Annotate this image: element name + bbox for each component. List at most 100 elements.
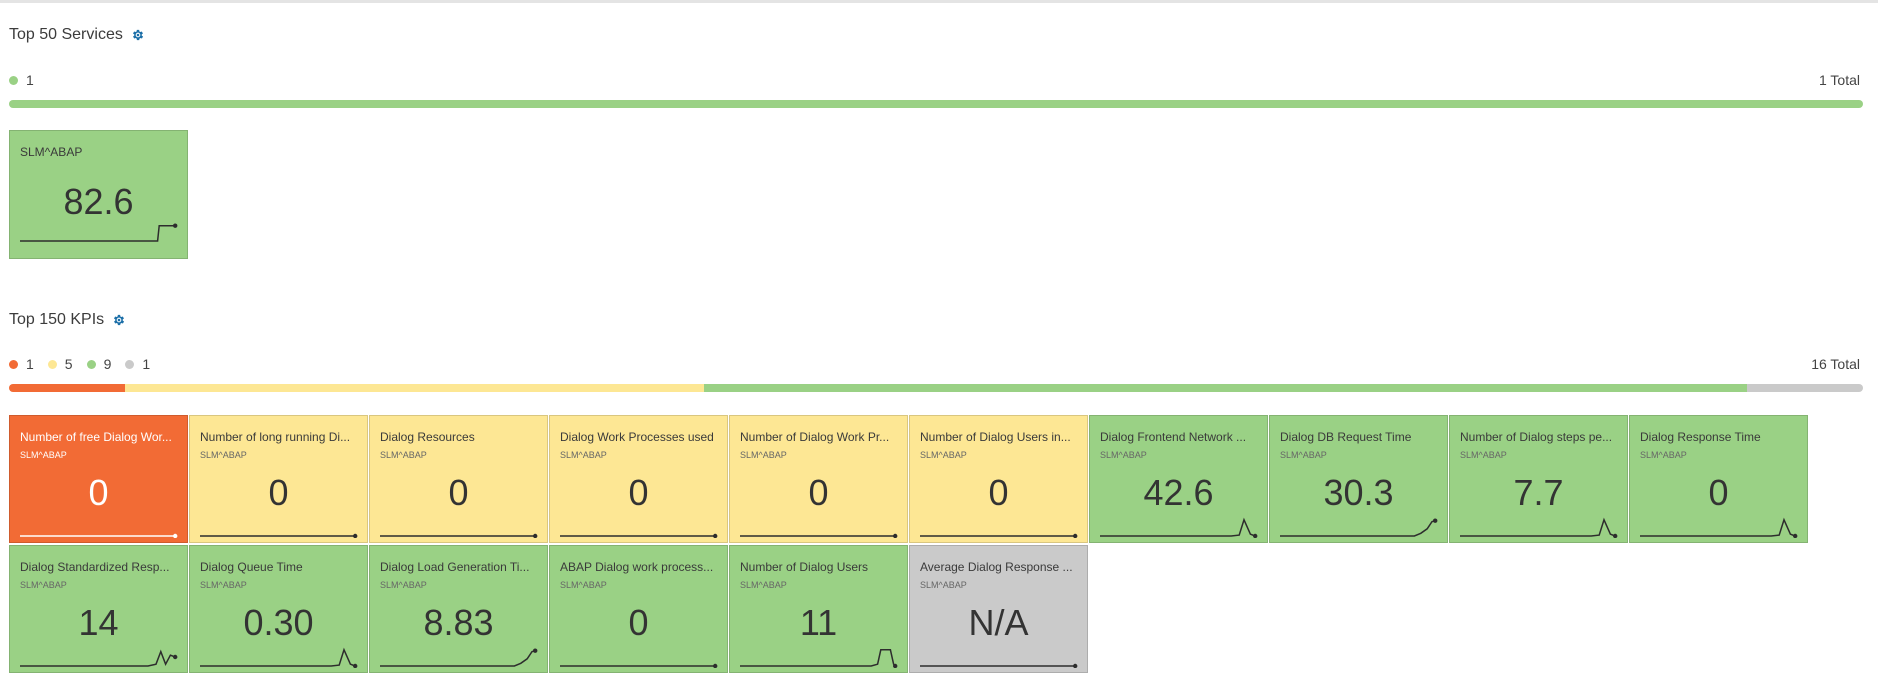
tile-title: Number of free Dialog Wor... [20,430,172,444]
legend-count: 5 [64,356,73,372]
tile-subtitle: SLM^ABAP [380,580,427,590]
sparkline-chart [20,649,178,667]
tile-title: Dialog Resources [380,430,475,444]
tile-subtitle: SLM^ABAP [920,450,967,460]
kpis-tile[interactable]: Dialog Work Processes used SLM^ABAP 0 [549,415,728,543]
kpis-legend: 1591 [9,356,164,372]
kpis-tile[interactable]: Number of free Dialog Wor... SLM^ABAP 0 [9,415,188,543]
tile-subtitle: SLM^ABAP [920,580,967,590]
kpis-tile[interactable]: Dialog Response Time SLM^ABAP 0 [1629,415,1808,543]
tile-subtitle: SLM^ABAP [740,580,787,590]
tile-value: 0 [628,602,649,643]
sparkline-endpoint [1793,533,1798,538]
tile-title: Number of Dialog Users in... [920,430,1071,444]
sparkline-endpoint [353,663,358,668]
tile-value: 0 [628,472,649,513]
tile-title: ABAP Dialog work process... [560,560,714,574]
tile-value: 8.83 [423,602,494,643]
bar-segment-unknown [1747,384,1863,392]
tile-subtitle: SLM^ABAP [20,450,67,460]
sparkline-chart [1280,518,1438,537]
status-dot-icon [125,359,135,369]
legend-item-critical[interactable]: 1 [9,356,34,372]
sparkline-endpoint [1433,518,1438,523]
sparkline-endpoint [1613,533,1618,538]
sparkline-endpoint [533,648,538,653]
tile-value: 0 [1708,472,1729,513]
sparkline-path [20,224,176,242]
legend-count: 9 [103,356,112,372]
kpis-title-text: Top 150 KPIs [9,311,105,328]
tile-subtitle: SLM^ABAP [200,450,247,460]
sparkline-endpoint [713,533,718,538]
sparkline-endpoint [533,533,538,538]
sparkline-chart [740,649,898,668]
tile-title: Dialog Queue Time [200,560,303,574]
tile-title: Number of Dialog Work Pr... [740,430,890,444]
sparkline-chart [920,533,1078,538]
sparkline-chart [380,533,538,538]
sparkline-path [200,647,356,667]
services-status-bar [9,100,1863,108]
sparkline-path [740,649,896,667]
tile-title: Number of Dialog Users [740,560,869,574]
sparkline-chart [560,663,718,668]
services-title-text: Top 50 Services [9,26,123,43]
tile-subtitle: SLM^ABAP [200,580,247,590]
sparkline-endpoint [1073,533,1078,538]
legend-item-normal[interactable]: 1 [9,72,34,88]
tile-subtitle: SLM^ABAP [1100,450,1147,460]
status-dot-icon [86,359,96,369]
sparkline-chart [740,533,898,538]
sparkline-chart [200,647,358,668]
kpis-tile[interactable]: Dialog Frontend Network ... SLM^ABAP 42.6 [1089,415,1268,543]
kpis-tile[interactable]: Number of Dialog Work Pr... SLM^ABAP 0 [729,415,908,543]
gear-icon[interactable] [131,28,145,42]
gear-icon[interactable] [112,313,126,327]
tile-value: 0 [268,472,289,513]
sparkline-endpoint [893,663,898,668]
kpis-status-bar [9,384,1863,392]
services-tile[interactable]: SLM^ABAP 82.6 [9,130,188,259]
sparkline-path [380,649,536,667]
tile-value: 0 [808,472,829,513]
sparkline-path [1460,517,1616,537]
legend-count: 1 [26,356,34,372]
sparkline-chart [1640,517,1798,538]
tile-value: 7.7 [1513,472,1564,513]
tile-subtitle: SLM^ABAP [380,450,427,460]
kpis-tile[interactable]: Number of Dialog Users SLM^ABAP 11 [729,545,908,673]
kpis-tile[interactable]: Number of Dialog steps pe... SLM^ABAP 7.7 [1449,415,1628,543]
legend-item-warning[interactable]: 5 [47,356,73,372]
kpis-tile[interactable]: Number of long running Di... SLM^ABAP 0 [189,415,368,543]
kpis-tile[interactable]: Dialog Resources SLM^ABAP 0 [369,415,548,543]
bar-segment-normal [704,384,1748,392]
services-section-title: Top 50 Services [9,26,145,44]
status-dot-icon [47,359,57,369]
sparkline-path [20,649,176,667]
services-legend: 1 [9,72,48,88]
kpis-tile[interactable]: Dialog Load Generation Ti... SLM^ABAP 8.83 [369,545,548,673]
kpis-total: 16 Total [1811,356,1860,372]
tile-title: Dialog Standardized Resp... [20,560,170,574]
tile-value: 30.3 [1323,472,1394,513]
bar-segment-normal [9,100,1863,108]
tile-value: 0 [988,472,1009,513]
kpis-tile[interactable]: Number of Dialog Users in... SLM^ABAP 0 [909,415,1088,543]
tile-value: 11 [799,602,838,643]
kpis-tile[interactable]: Average Dialog Response ... SLM^ABAP N/A [909,545,1088,673]
sparkline-endpoint [1073,663,1078,668]
sparkline-chart [200,533,358,538]
kpis-tile[interactable]: Dialog Queue Time SLM^ABAP 0.30 [189,545,368,673]
tile-subtitle: SLM^ABAP [1640,450,1687,460]
tile-title: Dialog DB Request Time [1280,430,1412,444]
kpis-tile[interactable]: ABAP Dialog work process... SLM^ABAP 0 [549,545,728,673]
legend-item-unknown[interactable]: 1 [125,356,150,372]
kpis-tile[interactable]: Dialog Standardized Resp... SLM^ABAP 14 [9,545,188,673]
kpis-tile[interactable]: Dialog DB Request Time SLM^ABAP 30.3 [1269,415,1448,543]
tile-value: 14 [78,602,119,643]
sparkline-endpoint [173,533,178,538]
legend-item-normal[interactable]: 9 [86,356,112,372]
tile-title: Dialog Response Time [1640,430,1761,444]
sparkline-endpoint [1253,533,1258,538]
